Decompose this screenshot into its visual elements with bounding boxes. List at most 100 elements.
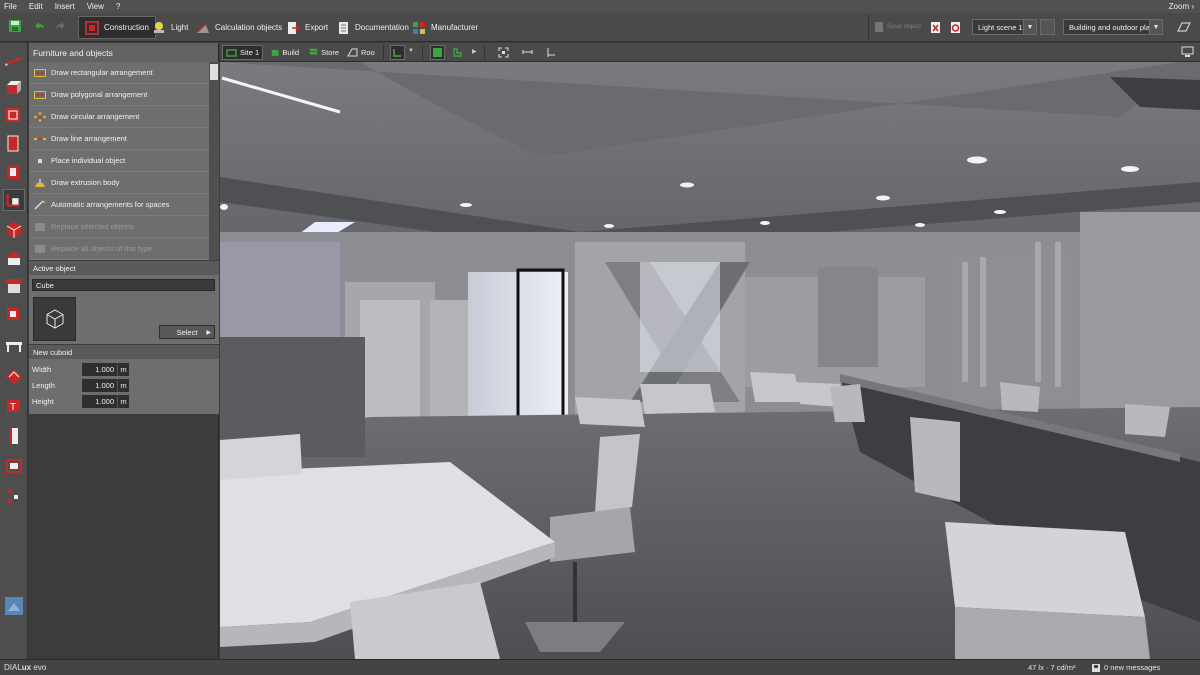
room-icon[interactable] — [3, 77, 25, 99]
menu-item-extrusion-body[interactable]: Draw extrusion body — [29, 172, 209, 194]
save-icon[interactable] — [8, 19, 22, 33]
divider — [422, 45, 423, 60]
delete-document-icon[interactable] — [930, 21, 941, 34]
export-icon — [288, 21, 300, 34]
message-icon[interactable] — [1092, 664, 1100, 672]
save-object-label: Save object — [887, 23, 921, 30]
menu-item-label: Replace selected objects — [51, 222, 135, 231]
chevron-down-icon[interactable]: ▼ — [408, 48, 414, 54]
delete-object-icon[interactable] — [950, 21, 961, 34]
floor-plan-icon[interactable] — [1176, 21, 1192, 33]
status-bar: DIALux evo 47 lx · 7 cd/m² 0 new message… — [0, 659, 1200, 675]
app-logo: DIALux evo — [4, 663, 46, 672]
menu-item-circular-arrangement[interactable]: Draw circular arrangement — [29, 106, 209, 128]
messages-status[interactable]: 0 new messages — [1104, 663, 1160, 672]
text-label-icon[interactable]: T — [3, 395, 25, 417]
arrangement-icon[interactable] — [3, 485, 25, 507]
tab-light-label: Light — [171, 23, 189, 32]
replace-all-icon — [33, 244, 47, 254]
3d-viewport[interactable] — [220, 62, 1200, 659]
dialux-window: File Edit Insert View ? Zoom › Construct… — [0, 0, 1200, 675]
undo-icon[interactable] — [32, 19, 46, 33]
room-outline-icon — [347, 48, 358, 57]
tab-room[interactable]: Roo — [344, 45, 378, 60]
menu-view[interactable]: View — [87, 2, 104, 11]
chevron-down-icon: ▼ — [1023, 20, 1036, 34]
panel-title: Furniture and objects — [29, 43, 218, 62]
roof-icon[interactable] — [3, 247, 25, 269]
ceiling-icon[interactable] — [3, 275, 25, 297]
fit-view-icon — [498, 47, 509, 58]
navigator-icon[interactable] — [3, 595, 25, 617]
menu-item-rectangular-arrangement[interactable]: Draw rectangular arrangement — [29, 62, 209, 84]
furniture-objects-icon[interactable] — [3, 189, 25, 211]
scrollbar-thumb[interactable] — [210, 64, 218, 80]
feature-window — [640, 262, 720, 372]
svg-text:T: T — [10, 402, 16, 413]
menu-item-label: Draw line arrangement — [51, 134, 127, 143]
light-scene-select[interactable]: Light scene 1 ▼ — [972, 19, 1037, 35]
fit-view-button[interactable] — [496, 45, 511, 60]
tab-building[interactable]: Build — [268, 45, 302, 60]
zoom-menu[interactable]: Zoom › — [1169, 2, 1194, 11]
menu-item-replace-all: Replace all objects of this type — [29, 238, 209, 260]
opening-icon[interactable] — [3, 161, 25, 183]
menu-item-label: Draw circular arrangement — [51, 112, 140, 121]
plan-view-select[interactable]: Building and outdoor pla... ▼ — [1063, 19, 1163, 35]
active-object-name: Cube — [32, 279, 215, 291]
solid-view-button[interactable] — [430, 45, 445, 60]
material-icon[interactable] — [3, 365, 25, 387]
dimension-button[interactable] — [544, 45, 559, 60]
main-toolbar: Construction Light Calculation objects E… — [0, 13, 1200, 42]
menu-insert[interactable]: Insert — [55, 2, 75, 11]
tab-construction-label: Construction — [104, 23, 149, 32]
length-input[interactable]: 1.000 — [82, 379, 117, 392]
pencil-ruler-icon[interactable] — [3, 49, 25, 71]
door-left — [360, 300, 420, 422]
wall-view-button[interactable] — [450, 45, 465, 60]
tab-storey-label: Store — [321, 48, 339, 57]
measure-button[interactable] — [520, 45, 535, 60]
wall-icon[interactable] — [3, 133, 25, 155]
menu-edit[interactable]: Edit — [29, 2, 43, 11]
redo-icon[interactable] — [54, 19, 68, 33]
individual-object-icon — [33, 156, 47, 166]
monitor-icon[interactable] — [1181, 46, 1194, 58]
tab-manufacturer-label: Manufacturer — [431, 23, 479, 32]
menu-item-polygonal-arrangement[interactable]: Draw polygonal arrangement — [29, 84, 209, 106]
tab-construction[interactable]: Construction — [78, 16, 156, 39]
box-icon[interactable] — [3, 303, 25, 325]
menu-file[interactable]: File — [4, 2, 17, 11]
plan-view-value: Building and outdoor pla... — [1069, 22, 1157, 32]
chevron-right-icon[interactable]: ▶ — [472, 48, 477, 55]
width-input[interactable]: 1.000 — [82, 363, 117, 376]
tab-calculation-objects[interactable]: Calculation objects — [190, 16, 288, 39]
storey-icon[interactable] — [3, 105, 25, 127]
menu-item-individual-object[interactable]: Place individual object — [29, 150, 209, 172]
select-object-button[interactable]: Select ▶ — [159, 325, 215, 339]
right-table — [945, 522, 1145, 617]
height-input[interactable]: 1.000 — [82, 395, 117, 408]
tab-light[interactable]: Light — [146, 16, 194, 39]
light-scene-settings-button[interactable] — [1040, 19, 1055, 35]
cube-icon[interactable] — [3, 219, 25, 241]
save-object-button[interactable]: Save object — [874, 18, 928, 35]
rendered-scene — [220, 62, 1200, 659]
plan-mode-button[interactable] — [390, 45, 405, 60]
brand-dial: DIAL — [4, 663, 22, 672]
door-icon[interactable] — [3, 425, 25, 447]
menu-item-line-arrangement[interactable]: Draw line arrangement — [29, 128, 209, 150]
height-label: Height — [32, 397, 54, 406]
divider — [383, 45, 384, 60]
table-icon[interactable] — [3, 335, 25, 357]
tab-documentation[interactable]: Documentation — [330, 16, 415, 39]
tab-site[interactable]: Site 1 — [222, 45, 264, 60]
tab-storey[interactable]: Store — [306, 45, 342, 60]
menu-item-auto-arrangement[interactable]: Automatic arrangements for spaces — [29, 194, 209, 216]
window-icon[interactable] — [3, 455, 25, 477]
menu-help[interactable]: ? — [116, 2, 120, 11]
tab-export[interactable]: Export — [280, 16, 334, 39]
tab-manufacturer[interactable]: Manufacturer — [406, 16, 484, 39]
toolbar-divider — [868, 15, 869, 40]
menu-scrollbar[interactable] — [209, 62, 219, 260]
